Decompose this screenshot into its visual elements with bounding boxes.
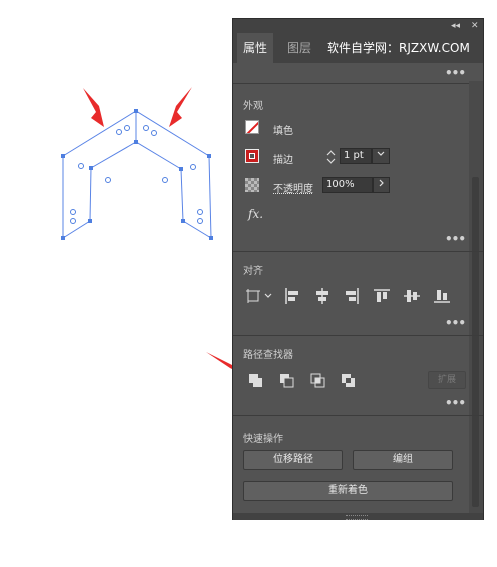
align-horizontal-center-icon[interactable] (313, 287, 331, 305)
panel-tabs: 属性 图层 软件自学网：RJZXW.COM (233, 33, 483, 63)
opacity-dropdown[interactable] (373, 177, 390, 193)
pathfinder-exclude-icon[interactable] (340, 372, 358, 388)
properties-panel: ◂◂ ✕ 属性 图层 软件自学网：RJZXW.COM ••• 外观 填色 描边 … (232, 18, 484, 520)
chevron-right-icon (379, 179, 384, 187)
stroke-weight-stepper-icon[interactable] (325, 148, 337, 166)
selected-path-shape[interactable] (62, 110, 212, 239)
panel-title-bar[interactable]: ◂◂ ✕ (233, 19, 483, 33)
divider (233, 83, 483, 84)
stroke-weight-dropdown[interactable] (372, 148, 390, 164)
pathfinder-expand-button[interactable]: 扩展 (428, 371, 466, 389)
fx-effects-button[interactable]: fx. (248, 207, 263, 221)
chevron-down-icon (377, 151, 385, 156)
appearance-more-icon[interactable]: ••• (445, 233, 466, 245)
align-bottom-icon[interactable] (433, 287, 451, 305)
align-right-icon[interactable] (343, 287, 361, 305)
fill-color-swatch[interactable] (245, 120, 259, 134)
align-section-title: 对齐 (243, 266, 263, 277)
red-arrow-icon (206, 352, 232, 369)
divider (233, 415, 483, 416)
pathfinder-section-title: 路径查找器 (243, 350, 293, 361)
align-to-selection-icon[interactable] (245, 287, 275, 305)
anchor-point-handles[interactable] (61, 109, 213, 240)
watermark-text: 软件自学网：RJZXW.COM (327, 41, 470, 55)
appearance-section-title: 外观 (243, 101, 263, 112)
opacity-label[interactable]: 不透明度 (273, 180, 313, 195)
pathfinder-intersect-icon[interactable] (309, 372, 327, 388)
offset-path-button[interactable]: 位移路径 (243, 450, 343, 470)
panel-resize-grip[interactable] (233, 513, 483, 520)
stroke-weight-input[interactable]: 1 pt (340, 148, 372, 164)
panel-menu-more-icon[interactable]: ••• (445, 67, 466, 79)
tab-layers[interactable]: 图层 (281, 33, 317, 63)
quick-actions-section-title: 快速操作 (243, 434, 283, 445)
stroke-color-swatch[interactable] (245, 149, 259, 163)
align-more-icon[interactable]: ••• (445, 317, 466, 329)
recolor-button[interactable]: 重新着色 (243, 481, 453, 501)
divider (233, 251, 483, 252)
red-arrow-icon (83, 88, 104, 127)
opacity-checker-icon (245, 178, 259, 192)
pathfinder-more-icon[interactable]: ••• (445, 397, 466, 409)
pathfinder-unite-icon[interactable] (247, 372, 265, 388)
panel-scrollbar[interactable] (469, 81, 483, 518)
opacity-input[interactable]: 100% (322, 177, 373, 193)
group-button[interactable]: 编组 (353, 450, 453, 470)
fill-label: 填色 (273, 126, 293, 137)
red-arrow-icon (169, 87, 192, 127)
divider (233, 335, 483, 336)
stroke-label[interactable]: 描边 (273, 151, 293, 166)
align-left-icon[interactable] (283, 287, 301, 305)
scrollbar-thumb[interactable] (472, 177, 479, 507)
collapse-panel-button[interactable]: ◂◂ (451, 20, 460, 32)
artboard-canvas[interactable] (0, 0, 232, 567)
align-vertical-center-icon[interactable] (403, 287, 421, 305)
pathfinder-minus-front-icon[interactable] (278, 372, 296, 388)
tab-properties[interactable]: 属性 (237, 33, 274, 63)
close-panel-button[interactable]: ✕ (471, 20, 479, 32)
align-top-icon[interactable] (373, 287, 391, 305)
